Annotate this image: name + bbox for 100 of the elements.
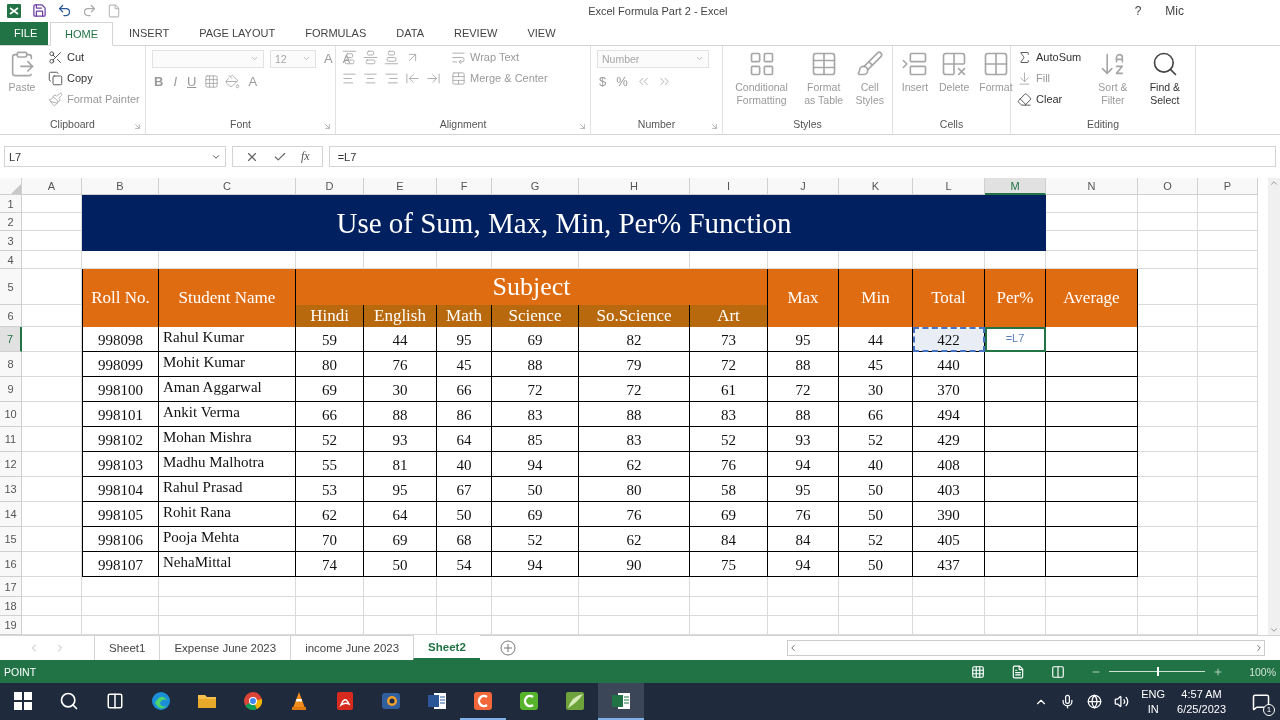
row-header[interactable]: 19 <box>0 616 22 636</box>
file-tab[interactable]: FILE <box>0 21 48 45</box>
dialog-launcher-icon[interactable] <box>710 122 719 132</box>
dialog-launcher-icon[interactable] <box>133 122 142 132</box>
redo-icon[interactable] <box>82 3 97 19</box>
ribbon-tab[interactable]: INSERT <box>115 21 184 45</box>
microphone-icon[interactable] <box>1060 694 1076 710</box>
ribbon-button[interactable]: Copy <box>48 70 93 86</box>
speaker-icon[interactable] <box>1114 694 1130 710</box>
search-icon <box>59 690 79 711</box>
column-header[interactable]: G <box>492 178 579 196</box>
ribbon-button[interactable]: Clear <box>1017 91 1063 107</box>
page-layout-button[interactable] <box>1011 664 1026 679</box>
column-header[interactable]: P <box>1198 178 1258 196</box>
table-cell: 58 <box>690 477 768 503</box>
column-header[interactable]: N <box>1046 178 1138 196</box>
row-header[interactable]: 6 <box>0 305 22 328</box>
zoom-in-icon[interactable] <box>1213 666 1224 677</box>
normal-view-button[interactable] <box>971 664 986 679</box>
align-center-icon <box>363 70 378 86</box>
ribbon-button[interactable]: Find & Select <box>1140 49 1189 109</box>
align-left-icon <box>342 70 357 86</box>
ribbon-button[interactable]: Cut <box>48 49 85 65</box>
down-arrow-icon <box>1017 70 1032 86</box>
active-cell[interactable]: =L7 <box>985 327 1046 353</box>
table-cell: 93 <box>768 427 839 453</box>
scrollbar[interactable] <box>1268 178 1280 636</box>
ribbon-tab[interactable]: DATA <box>382 21 438 45</box>
formula-field[interactable]: =L7 <box>328 146 1276 168</box>
row-header[interactable]: 15 <box>0 527 22 553</box>
region[interactable]: IN <box>1147 701 1159 717</box>
globe-icon[interactable] <box>1087 694 1103 710</box>
table-cell: 370 <box>913 377 985 403</box>
column-header[interactable]: K <box>839 178 913 196</box>
column-header[interactable]: E <box>364 178 437 196</box>
ribbon-tab[interactable]: FORMULAS <box>291 21 381 45</box>
zoom-level[interactable]: 100% <box>1249 665 1276 678</box>
row-header[interactable]: 5 <box>0 269 22 306</box>
undo-icon[interactable] <box>57 3 72 19</box>
row-header[interactable]: 11 <box>0 427 22 453</box>
row-header[interactable]: 17 <box>0 577 22 598</box>
column-heading: English <box>364 305 437 328</box>
scrollbar[interactable] <box>787 640 1265 657</box>
column-header[interactable]: L <box>913 178 985 196</box>
brush-icon <box>855 49 884 78</box>
row-header[interactable]: 2 <box>0 213 22 232</box>
name-box[interactable]: L7 <box>4 146 226 168</box>
column-header[interactable]: C <box>159 178 296 196</box>
table-cell: 95 <box>364 477 437 503</box>
column-header[interactable]: M <box>985 178 1046 196</box>
row-header[interactable]: 14 <box>0 502 22 528</box>
scroll-right-icon[interactable] <box>1254 643 1264 654</box>
ribbon-button[interactable]: AutoSum <box>1017 49 1082 65</box>
row-header[interactable]: 10 <box>0 402 22 428</box>
column-header[interactable]: B <box>82 178 159 196</box>
column-header[interactable]: J <box>768 178 839 196</box>
align-bottom-icon <box>384 49 399 65</box>
taskbar-button[interactable] <box>598 683 644 720</box>
table-cell: 998105 <box>82 502 159 528</box>
row-header[interactable]: 9 <box>0 377 22 403</box>
language[interactable]: ENG <box>1141 686 1166 702</box>
row-header[interactable]: 3 <box>0 231 22 252</box>
column-header[interactable]: I <box>690 178 768 196</box>
table-cell: 50 <box>437 502 492 528</box>
save-icon[interactable] <box>32 3 47 19</box>
dialog-launcher-icon[interactable] <box>578 122 587 132</box>
clock-date[interactable]: 6/25/2023 <box>1177 701 1226 717</box>
ribbon-tab[interactable]: HOME <box>50 21 113 46</box>
ribbon-tab[interactable]: REVIEW <box>440 21 512 45</box>
column-header[interactable]: A <box>22 178 82 196</box>
row-header[interactable]: 16 <box>0 552 22 578</box>
notification-icon[interactable] <box>1252 692 1270 711</box>
account-name[interactable]: Mic <box>1165 3 1184 18</box>
column-header[interactable]: D <box>296 178 364 196</box>
insert-function-button[interactable]: fx <box>301 149 310 165</box>
row-header[interactable]: 13 <box>0 477 22 503</box>
row-header[interactable]: 12 <box>0 452 22 478</box>
column-heading: So.Science <box>579 305 690 328</box>
table-cell: Mohan Mishra <box>159 427 296 453</box>
page-break-button[interactable] <box>1051 664 1066 679</box>
zoom-thumb[interactable] <box>1157 667 1160 677</box>
ribbon-tab[interactable]: VIEW <box>513 21 570 45</box>
row-header[interactable]: 18 <box>0 597 22 617</box>
column-heading: Min <box>839 269 913 328</box>
row-header[interactable]: 7 <box>0 327 22 353</box>
ribbon-tab[interactable]: PAGE LAYOUT <box>185 21 290 45</box>
file-icon[interactable] <box>107 3 121 18</box>
row-header[interactable]: 4 <box>0 251 22 270</box>
scroll-left-icon[interactable] <box>788 643 798 654</box>
column-header[interactable]: F <box>437 178 492 196</box>
table-cell: 998100 <box>82 377 159 403</box>
column-header[interactable]: O <box>1138 178 1198 196</box>
clock-time[interactable]: 4:57 AM <box>1181 686 1222 702</box>
sheet-tab[interactable]: Sheet2 <box>413 635 480 661</box>
row-header[interactable]: 1 <box>0 195 22 214</box>
table-cell: 70 <box>296 527 364 553</box>
help-button[interactable]: ? <box>1134 3 1142 18</box>
row-header[interactable]: 8 <box>0 352 22 378</box>
dialog-launcher-icon[interactable] <box>323 122 332 132</box>
column-header[interactable]: H <box>579 178 690 196</box>
